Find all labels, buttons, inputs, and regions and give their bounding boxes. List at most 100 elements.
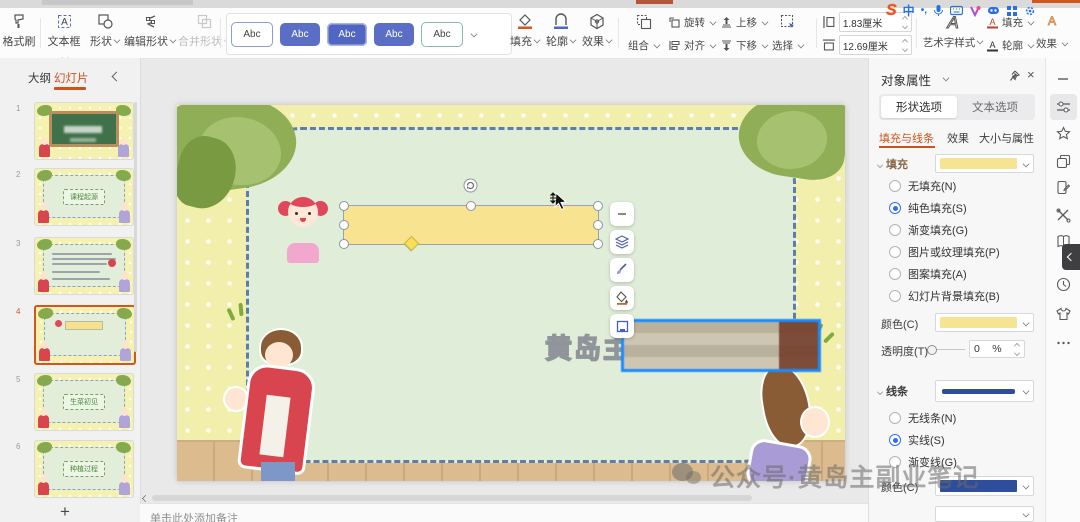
width-stepper[interactable] [902,39,908,52]
panel-close-icon[interactable]: × [1027,67,1035,82]
panel-collapse-tab[interactable] [1062,244,1080,270]
resize-handle-w[interactable] [339,220,349,230]
subtab-effects[interactable]: 效果 [947,130,969,146]
sidebar-collapse-icon[interactable] [112,72,122,82]
fill-option-none[interactable]: 无填充(N) [889,178,956,194]
slide-canvas[interactable]: 黄岛主 [177,105,845,481]
line-option-gradient[interactable]: 渐变线(G) [889,454,957,470]
shapes-button[interactable]: 形状 [88,8,122,58]
subtab-size-properties[interactable]: 大小与属性 [979,130,1034,146]
slide-thumbnail-4-current[interactable] [34,305,136,365]
align-button[interactable]: 对齐 [668,35,718,55]
resize-handle-ne[interactable] [593,201,603,211]
layer-order-button[interactable] [610,230,634,254]
ime-keyboard-icon[interactable] [950,5,963,16]
sidebar-scrollbar[interactable] [134,102,137,352]
fill-option-background[interactable]: 幻灯片背景填充(B) [889,288,1000,304]
tab-shape-options[interactable]: 形状选项 [881,96,957,118]
line-preview-swatch[interactable] [935,380,1034,402]
panel-title-caret[interactable] [943,75,950,82]
fill-option-pattern[interactable]: 图案填充(A) [889,266,967,282]
line-section-header[interactable]: 线条 [877,383,908,399]
slide-thumbnail-3[interactable] [34,237,134,295]
subtab-fill-line[interactable]: 填充与线条 [879,130,934,146]
fill-color-button[interactable] [610,286,634,310]
rotate-button[interactable]: 旋转 [668,12,718,32]
brush-style-button[interactable] [610,258,634,282]
fill-section-header[interactable]: 填充 [877,156,908,172]
line-color-swatch[interactable] [935,476,1034,496]
text-box-button[interactable]: A 文本框 [44,8,84,58]
fill-option-picture[interactable]: 图片或纹理填充(P) [889,244,1000,260]
fill-option-gradient[interactable]: 渐变填充(G) [889,222,968,238]
shape-fill-button[interactable]: 填充 [508,8,542,58]
shape-outline-button[interactable]: 轮廓 [544,8,578,58]
sogou-logo-icon[interactable]: S [886,2,897,20]
transparency-stepper[interactable] [1014,343,1020,356]
fill-option-solid[interactable]: 纯色填充(S) [889,200,967,216]
horizontal-scrollbar[interactable] [152,495,752,501]
shape-style-3[interactable]: Abc [327,23,367,46]
history-clock-icon[interactable] [1056,277,1071,292]
transparency-slider-knob[interactable] [927,345,937,355]
shape-effects-button[interactable]: 效果 [580,8,614,58]
wordart-outline-button[interactable]: A 轮廓 [986,35,1034,55]
clothing-skin-icon[interactable] [1056,307,1071,321]
fill-preview-swatch[interactable] [935,154,1034,173]
ime-symbol-icon[interactable]: •, [921,5,927,16]
ime-mic-icon[interactable] [933,4,944,17]
ime-smart-icon[interactable] [987,5,1000,16]
resize-handle-se[interactable] [593,239,603,249]
transparency-input[interactable]: 0 % [969,340,1025,358]
selected-textbox-mosaic[interactable] [621,319,821,372]
shape-style-5[interactable]: Abc [421,22,463,47]
line-width-swatch-cropped[interactable] [935,506,1034,522]
wordart-effects-label: 效果 [1036,36,1057,51]
ime-grid-icon[interactable] [1006,5,1018,17]
format-painter-button[interactable]: 格式刷 [0,8,38,58]
copy-layers-icon[interactable] [1056,154,1071,169]
ime-language-icon[interactable]: 中 [903,2,915,19]
resize-handle-n[interactable] [466,201,476,211]
shape-style-2[interactable]: Abc [280,23,320,46]
phone-edit-icon[interactable] [1056,180,1071,195]
resize-handle-sw[interactable] [339,239,349,249]
line-option-solid[interactable]: 实线(S) [889,432,945,448]
gallery-more-caret[interactable] [471,31,478,38]
ime-skin-icon[interactable] [969,5,981,17]
slide-thumbnail-1[interactable] [34,102,134,160]
notes-bar[interactable]: 单击此处添加备注 [140,503,868,522]
collapse-panel-icon[interactable] [1056,74,1070,84]
tab-text-options[interactable]: 文本选项 [957,96,1033,118]
line-option-none[interactable]: 无线条(N) [889,410,956,426]
rotate-handle[interactable] [463,178,478,198]
select-button[interactable]: 选择 [770,8,812,58]
slide-thumbnail-2[interactable]: 课程起源 [34,168,134,226]
height-value: 1.83厘米 [843,15,882,30]
move-up-button[interactable]: 上移 [720,12,770,32]
resize-handle-e[interactable] [593,220,603,230]
more-options-icon[interactable] [1056,340,1071,346]
slide-thumbnail-6[interactable]: 种植过程 [34,440,134,498]
properties-sliders-icon[interactable] [1056,100,1071,114]
edit-shape-button[interactable]: 编辑形状 [124,8,176,58]
wordart-effects-button[interactable]: A 效果 [1036,8,1078,58]
group-button[interactable]: 组合 [624,8,668,58]
shape-style-1[interactable]: Abc [231,22,273,47]
ime-settings-icon[interactable] [1024,5,1036,17]
format-shape-button[interactable] [610,314,634,338]
shape-width-input[interactable]: 12.69厘米 [839,35,912,55]
add-slide-button[interactable]: + [60,502,70,522]
tab-slides[interactable]: 幻灯片 [54,70,89,86]
favorites-star-icon[interactable] [1056,126,1071,141]
shape-style-4[interactable]: Abc [374,23,414,46]
move-down-button[interactable]: 下移 [720,35,770,55]
slide-thumbnail-5[interactable]: 生菜初见 [34,373,134,431]
resize-handle-nw[interactable] [339,201,349,211]
tools-icon[interactable] [1056,208,1071,223]
tab-outline[interactable]: 大纲 [28,70,51,86]
hscroll-left-arrow[interactable] [142,495,149,502]
fill-color-swatch[interactable] [935,313,1034,332]
collapse-toolbar-button[interactable] [610,202,634,226]
pin-icon[interactable] [1007,70,1020,83]
